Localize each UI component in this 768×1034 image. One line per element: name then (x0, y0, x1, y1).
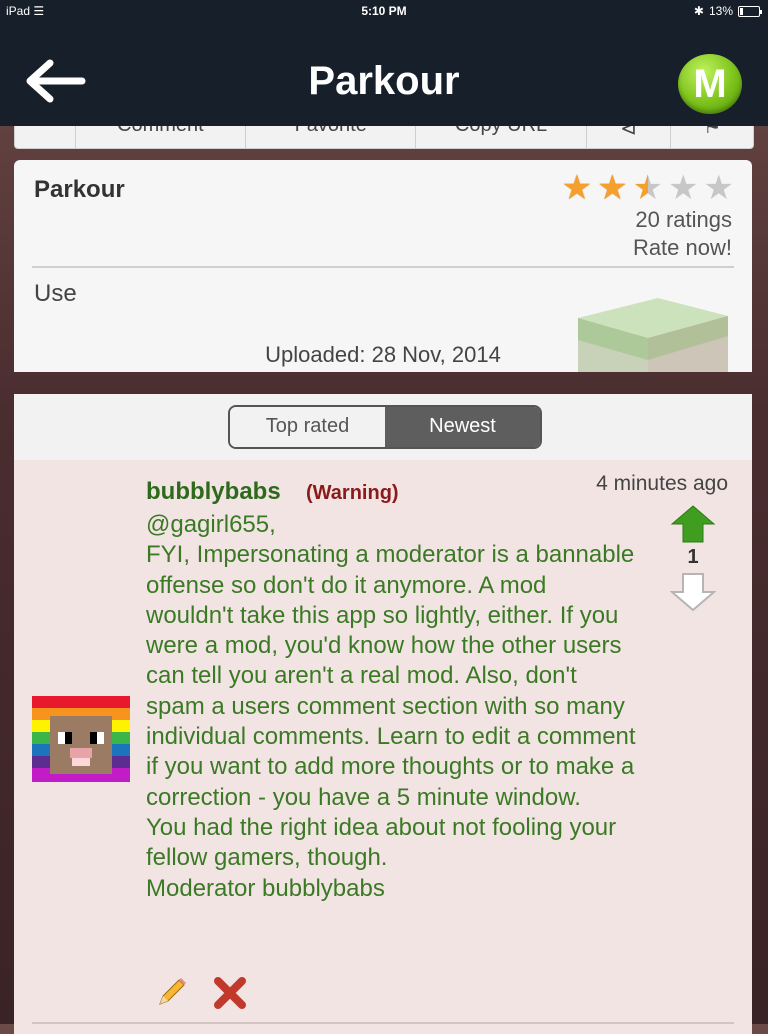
star-icon[interactable]: ★ (704, 171, 734, 205)
star-icon[interactable]: ★ (562, 171, 592, 205)
star-icon[interactable]: ★ (633, 171, 663, 205)
avatar[interactable] (32, 696, 130, 782)
comment-sort-control: Top rated Newest (228, 405, 542, 449)
battery-percent: 13% (708, 4, 733, 18)
map-details-card: Parkour ★ ★ ★ ★ ★ 20 ratings Rate now! U… (14, 160, 752, 372)
comments-panel: Top rated Newest bubblybabs (Warning) 4 … (14, 394, 752, 1034)
bluetooth-icon: ✱ (693, 4, 704, 18)
tab-newest[interactable]: Newest (385, 407, 540, 447)
divider (32, 266, 734, 268)
comment-label: Comment (76, 126, 245, 137)
comment-timestamp: 4 minutes ago (596, 472, 728, 495)
star-icon[interactable]: ★ (668, 171, 698, 205)
toolbar-collapse-button[interactable]: ▼ (15, 126, 76, 148)
comment-item: bubblybabs (Warning) 4 minutes ago @gagi… (14, 460, 752, 1034)
map-title: Parkour (34, 176, 125, 203)
report-button[interactable]: ⚑ (671, 126, 753, 148)
vote-count: 1 (687, 546, 699, 568)
star-rating[interactable]: ★ ★ ★ ★ ★ (562, 171, 734, 205)
nav-bar: Parkour M (0, 22, 768, 126)
ratings-count: 20 ratings (635, 207, 732, 232)
flag-icon: ⚑ (703, 126, 722, 138)
share-button[interactable]: ⊲ (587, 126, 672, 148)
pencil-icon[interactable] (154, 976, 188, 1010)
app-logo[interactable]: M (678, 54, 742, 114)
favorite-button[interactable]: Favorite (246, 126, 417, 148)
tab-top-rated[interactable]: Top rated (230, 407, 385, 447)
chevron-down-icon: ▼ (15, 126, 75, 127)
rate-now-link[interactable]: Rate now! (633, 235, 732, 261)
battery-icon (738, 5, 762, 17)
page-title: Parkour (308, 59, 460, 103)
downvote-arrow-icon[interactable] (670, 572, 716, 612)
upvote-arrow-icon[interactable] (670, 504, 716, 544)
copy-url-button[interactable]: Copy URL (416, 126, 587, 148)
favorite-label: Favorite (246, 126, 415, 137)
status-bar: iPad ☰ 5:10 PM ✱ 13% (0, 0, 768, 22)
share-icon: ⊲ (620, 126, 637, 140)
clock: 5:10 PM (361, 4, 407, 18)
warning-label: (Warning) (306, 482, 399, 504)
status-right: ✱ 13% (693, 4, 762, 18)
action-toolbar: ▼ Comment Favorite Copy URL ⊲ ⚑ (14, 126, 754, 149)
star-icon[interactable]: ★ (597, 171, 627, 205)
map-description: Use (34, 280, 77, 307)
comment-text: @gagirl655, FYI, Impersonating a moderat… (146, 511, 636, 902)
delete-x-icon[interactable] (212, 976, 248, 1010)
copy-url-label: Copy URL (416, 126, 585, 137)
comment-username[interactable]: bubblybabs (146, 478, 281, 506)
comment-button[interactable]: Comment (76, 126, 247, 148)
upload-date: Uploaded: 28 Nov, 2014 (265, 342, 501, 367)
